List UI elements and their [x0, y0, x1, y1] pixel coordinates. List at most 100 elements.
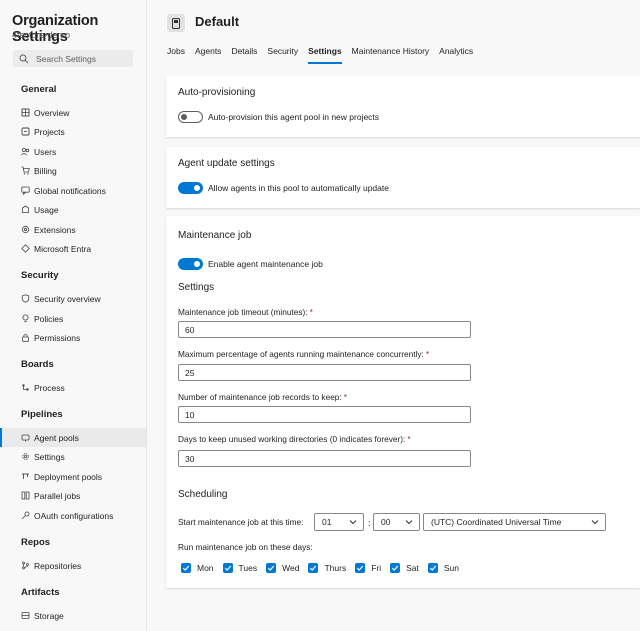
timeout-input[interactable]: 60 — [178, 321, 471, 338]
timezone-dropdown[interactable]: (UTC) Coordinated Universal Time — [423, 513, 606, 531]
settings-heading: Settings — [178, 282, 215, 293]
sidebar-item-permissions[interactable]: Permissions — [0, 328, 146, 347]
puzzle-icon — [21, 225, 30, 234]
gear-icon — [21, 452, 30, 461]
day-mon[interactable]: Mon — [181, 563, 214, 573]
auto-provisioning-card: Auto-provisioning Auto-provision this ag… — [166, 76, 640, 137]
agent-update-title: Agent update settings — [178, 158, 275, 169]
minute-value: 00 — [381, 517, 391, 527]
sidebar-item-agent-pools[interactable]: Agent pools — [0, 428, 146, 447]
sidebar-item-label: Billing — [34, 165, 57, 176]
tab-agents[interactable]: Agents — [195, 46, 221, 66]
sidebar-item-deployment-pools[interactable]: Deployment pools — [0, 467, 146, 486]
day-label: Fri — [371, 563, 382, 573]
checkbox-checked[interactable] — [390, 563, 401, 573]
sidebar-item-label: Storage — [34, 610, 64, 621]
agent-update-toggle[interactable] — [178, 182, 203, 194]
max-percentage-label: Maximum percentage of agents running mai… — [178, 349, 430, 359]
org-settings-title: Organization Settings — [12, 13, 99, 45]
parallel-icon — [21, 491, 30, 500]
maintenance-toggle[interactable] — [178, 258, 203, 270]
day-wed[interactable]: Wed — [266, 563, 299, 573]
group-general: General — [21, 84, 57, 95]
tab-analytics[interactable]: Analytics — [439, 46, 473, 66]
days-checkbox-group: Mon Tues Wed Thurs Fri Sat Sun — [181, 563, 468, 573]
sidebar-item-label: Policies — [34, 313, 64, 324]
checkbox-checked[interactable] — [222, 563, 233, 573]
sidebar-item-global-notifications[interactable]: Global notifications — [0, 181, 146, 200]
agent-pool-icon — [21, 433, 30, 442]
timeout-label: Maintenance job timeout (minutes): * — [178, 307, 313, 317]
sidebar-item-policies[interactable]: Policies — [0, 309, 146, 328]
search-settings-input[interactable]: Search Settings — [13, 50, 133, 67]
sidebar-item-users[interactable]: Users — [0, 142, 146, 161]
maintenance-title: Maintenance job — [178, 230, 252, 241]
maintenance-toggle-row: Enable agent maintenance job — [178, 258, 323, 270]
checkbox-checked[interactable] — [427, 563, 438, 573]
days-label: Run maintenance job on these days: — [178, 542, 313, 552]
auto-provision-row: Auto-provision this agent pool in new pr… — [178, 111, 379, 123]
sidebar-item-label: Settings — [34, 451, 65, 462]
checkbox-checked[interactable] — [181, 563, 191, 573]
sidebar-item-label: Process — [34, 382, 65, 393]
hour-dropdown[interactable]: 01 — [314, 513, 364, 531]
auto-provision-toggle[interactable] — [178, 111, 203, 123]
maintenance-toggle-label: Enable agent maintenance job — [208, 259, 323, 269]
tab-settings[interactable]: Settings — [308, 46, 342, 66]
checkbox-checked[interactable] — [355, 563, 366, 573]
day-sat[interactable]: Sat — [390, 563, 419, 573]
check-icon — [182, 565, 190, 571]
minute-dropdown[interactable]: 00 — [373, 513, 420, 531]
sidebar-item-label: Security overview — [34, 293, 101, 304]
sidebar-item-security-overview[interactable]: Security overview — [0, 289, 146, 308]
check-icon — [224, 565, 231, 571]
day-label: Thurs — [324, 563, 347, 573]
tab-security[interactable]: Security — [267, 46, 298, 66]
tab-maintenance-history[interactable]: Maintenance History — [352, 46, 429, 66]
max-percentage-input[interactable]: 25 — [178, 364, 471, 381]
diamond-icon — [21, 244, 30, 253]
org-name: 4tecture-demo — [12, 30, 71, 40]
group-boards: Boards — [21, 359, 54, 370]
agent-update-label: Allow agents in this pool to automatical… — [208, 183, 389, 193]
auto-provisioning-title: Auto-provisioning — [178, 87, 256, 98]
tab-jobs[interactable]: Jobs — [167, 46, 185, 66]
sidebar-item-process[interactable]: Process — [0, 378, 146, 397]
day-tues[interactable]: Tues — [222, 563, 257, 573]
day-thurs[interactable]: Thurs — [308, 563, 346, 573]
sidebar-item-billing[interactable]: Billing — [0, 161, 146, 180]
sidebar-item-microsoft-entra[interactable]: Microsoft Entra — [0, 239, 146, 258]
checkbox-checked[interactable] — [266, 563, 277, 573]
day-sun[interactable]: Sun — [427, 563, 459, 573]
sidebar-item-label: Global notifications — [34, 185, 106, 196]
day-fri[interactable]: Fri — [355, 563, 381, 573]
sidebar-item-storage[interactable]: Storage — [0, 606, 146, 625]
storage-icon — [21, 611, 30, 620]
auto-provision-label: Auto-provision this agent pool in new pr… — [208, 112, 380, 122]
sidebar: Organization Settings 4tecture-demo Sear… — [0, 0, 147, 631]
key-icon — [21, 511, 30, 520]
sidebar-item-extensions[interactable]: Extensions — [0, 220, 146, 239]
sidebar-item-label: Extensions — [34, 224, 76, 235]
tab-details[interactable]: Details — [231, 46, 257, 66]
sidebar-item-repositories[interactable]: Repositories — [0, 556, 146, 575]
sidebar-item-pipeline-settings[interactable]: Settings — [0, 447, 146, 466]
start-time-label: Start maintenance job at this time: — [178, 517, 304, 527]
unused-dirs-input[interactable]: 30 — [178, 450, 471, 467]
sidebar-item-usage[interactable]: Usage — [0, 200, 146, 219]
grid-icon — [21, 108, 30, 117]
check-icon — [310, 565, 317, 571]
sidebar-item-projects[interactable]: Projects — [0, 122, 146, 141]
chevron-down-icon — [591, 520, 599, 525]
sidebar-item-parallel-jobs[interactable]: Parallel jobs — [0, 486, 146, 505]
checkbox-checked[interactable] — [308, 563, 319, 573]
lock-icon — [21, 333, 30, 342]
agent-update-card: Agent update settings Allow agents in th… — [166, 147, 640, 208]
sidebar-item-label: Parallel jobs — [34, 490, 81, 501]
sidebar-item-oauth-configurations[interactable]: OAuth configurations — [0, 506, 146, 525]
sidebar-item-label: Agent pools — [34, 432, 79, 443]
records-to-keep-input[interactable]: 10 — [178, 406, 471, 423]
sidebar-item-overview[interactable]: Overview — [0, 103, 146, 122]
tab-bar: Jobs Agents Details Security Settings Ma… — [167, 46, 483, 66]
agent-pool-icon — [167, 14, 185, 32]
